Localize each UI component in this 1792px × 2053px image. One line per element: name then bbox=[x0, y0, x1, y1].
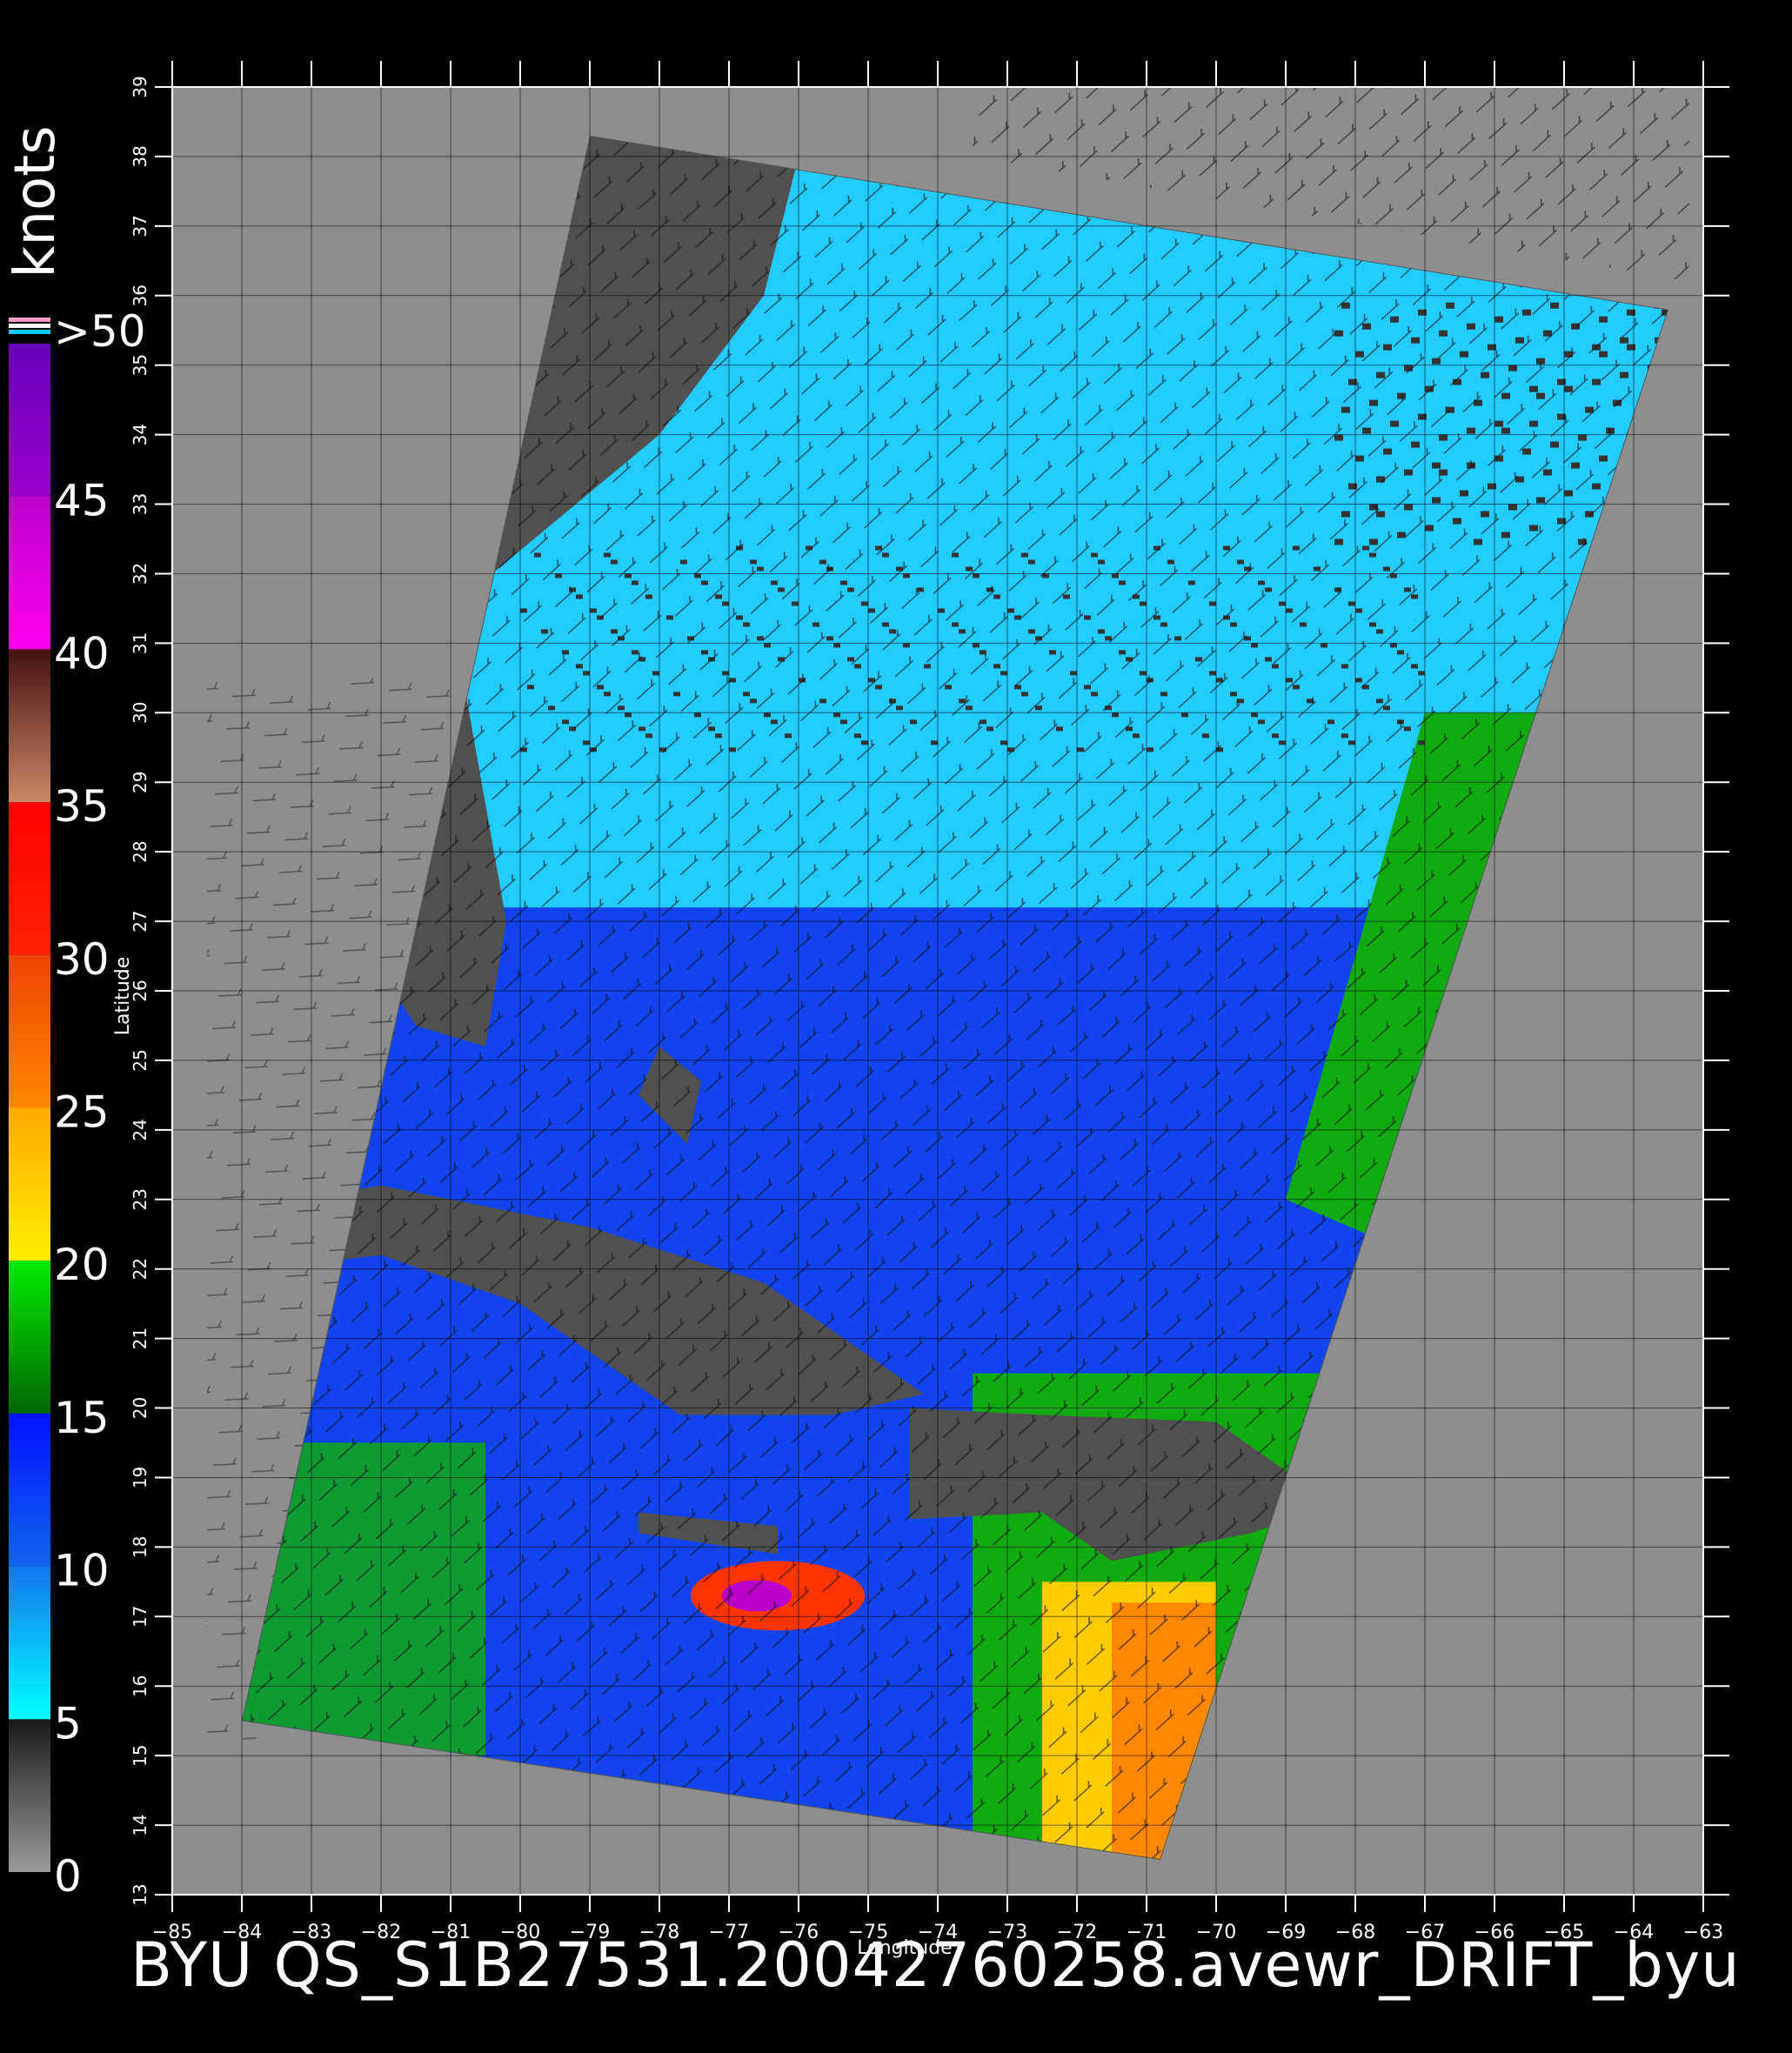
figure-filename-title: BYU QS_S1B27531.20042760258.avewr_DRIFT_… bbox=[130, 1929, 1741, 2001]
colorbar-over-swatch bbox=[9, 330, 50, 334]
lat-tick-label: 19 bbox=[130, 1467, 150, 1488]
colorbar-segment bbox=[9, 1107, 50, 1261]
lat-tick-label: 27 bbox=[130, 910, 150, 932]
lat-tick-label: 32 bbox=[130, 563, 150, 585]
colorbar-tick-label: 25 bbox=[54, 1087, 110, 1138]
lat-tick-label: 30 bbox=[130, 702, 150, 724]
colorbar-segment bbox=[9, 1566, 50, 1720]
colorbar-unit-label: knots bbox=[3, 125, 68, 278]
lat-tick-label: 33 bbox=[130, 493, 150, 515]
lat-tick-label: 29 bbox=[130, 772, 150, 793]
lat-tick-label: 14 bbox=[130, 1814, 150, 1836]
colorbar-segment bbox=[9, 1413, 50, 1567]
colorbar-segment bbox=[9, 496, 50, 650]
colorbar-segment bbox=[9, 802, 50, 955]
colorbar-tick-label: 30 bbox=[54, 934, 110, 985]
colorbar-over-swatch bbox=[9, 324, 50, 328]
lat-tick-label: 22 bbox=[130, 1258, 150, 1280]
lat-tick-label: 18 bbox=[130, 1536, 150, 1558]
colorbar bbox=[9, 318, 50, 1872]
colorbar-segment bbox=[9, 1719, 50, 1872]
colorbar-tick-labels: 0 5 10 15 20 25 30 35 40 45 >50 bbox=[54, 306, 146, 1902]
lat-tick-label: 34 bbox=[130, 424, 150, 445]
lat-tick-label: 28 bbox=[130, 840, 150, 862]
colorbar-tick-label: 45 bbox=[54, 476, 110, 526]
lat-tick-label: 36 bbox=[130, 284, 150, 306]
wind-map-figure: −85 −84 −83 −82 −81 −80 −79 −78 −77 −76 −75 −74 −73−… bbox=[3, 61, 1729, 1959]
lat-tick-label: 35 bbox=[130, 354, 150, 376]
colorbar-tick-label: 20 bbox=[54, 1240, 110, 1290]
colorbar-segment bbox=[9, 954, 50, 1108]
lat-tick-label: 38 bbox=[130, 145, 150, 167]
lat-tick-label: 17 bbox=[130, 1606, 150, 1628]
lat-tick-label: 39 bbox=[130, 76, 150, 97]
colorbar-segment bbox=[9, 344, 50, 497]
lat-tick-label: 37 bbox=[130, 215, 150, 237]
y-axis-label: Latitude bbox=[112, 957, 134, 1036]
lat-tick-label: 24 bbox=[130, 1119, 150, 1140]
colorbar-over-swatch bbox=[9, 318, 50, 322]
colorbar-segment bbox=[9, 649, 50, 803]
lat-tick-label: 31 bbox=[130, 632, 150, 654]
colorbar-tick-label: 15 bbox=[54, 1393, 110, 1443]
lat-tick-label: 20 bbox=[130, 1397, 150, 1419]
colorbar-tick-label: 0 bbox=[54, 1851, 82, 1902]
lat-tick-label: 23 bbox=[130, 1188, 150, 1210]
lat-tick-label: 15 bbox=[130, 1744, 150, 1766]
lat-tick-label: 16 bbox=[130, 1675, 150, 1697]
lat-tick-label: 25 bbox=[130, 1049, 150, 1071]
colorbar-tick-label: 35 bbox=[54, 781, 110, 832]
lat-tick-label: 13 bbox=[130, 1883, 150, 1905]
colorbar-tick-label: 5 bbox=[54, 1698, 82, 1749]
colorbar-tick-label: 40 bbox=[54, 628, 110, 679]
colorbar-tick-label: >50 bbox=[54, 306, 146, 357]
colorbar-segment bbox=[9, 1261, 50, 1414]
colorbar-tick-label: 10 bbox=[54, 1546, 110, 1596]
lat-tick-label: 21 bbox=[130, 1327, 150, 1349]
